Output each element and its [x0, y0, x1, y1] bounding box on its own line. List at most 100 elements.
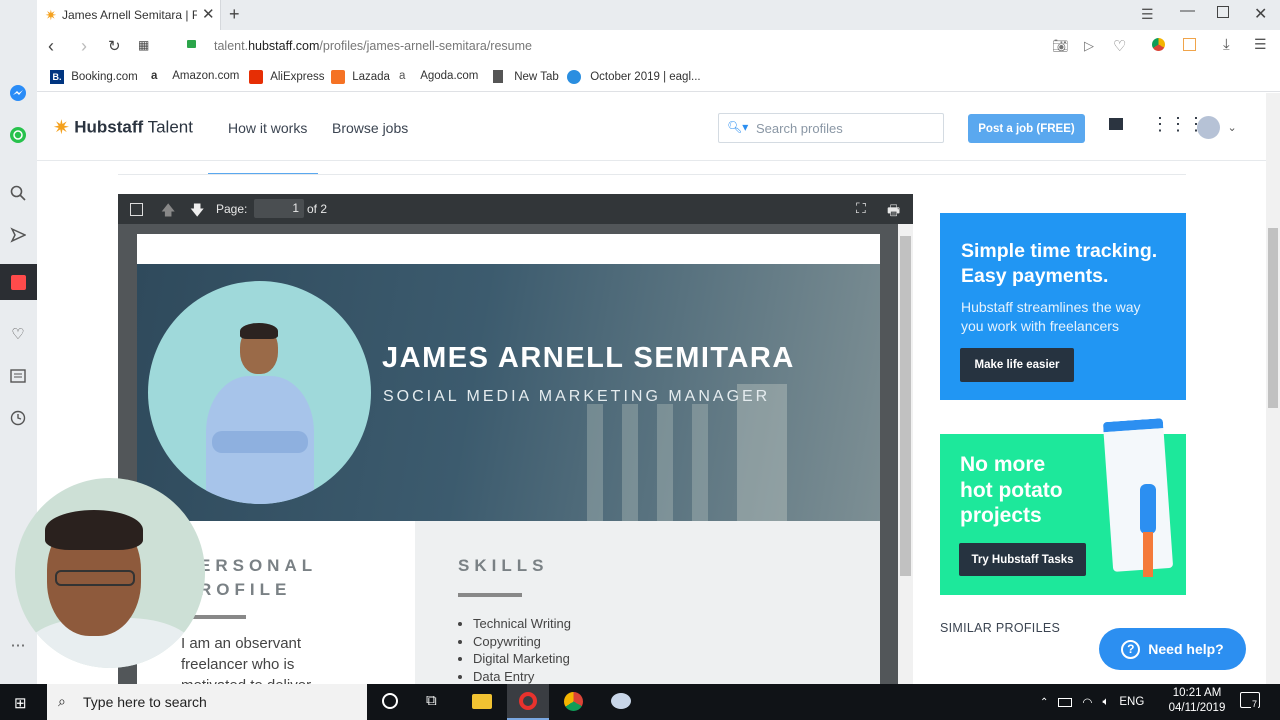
ad1-sub-line: you work with freelancers [961, 318, 1119, 334]
taskbar-clock[interactable]: 10:21 AM 04/11/2019 [1165, 686, 1229, 716]
pdf-scroll-thumb[interactable] [900, 236, 911, 576]
search-profiles-input[interactable]: 🔍︎▾ Search profiles [718, 113, 944, 143]
close-tab-icon[interactable]: ✕ [202, 5, 215, 23]
opera-taskbar-button[interactable] [507, 684, 549, 720]
close-window-icon[interactable]: ✕ [1254, 4, 1267, 24]
minimize-icon[interactable]: — [1180, 2, 1195, 19]
skills-section: SKILLS Technical Writing Copywriting Dig… [415, 521, 880, 684]
personal-heading-line2: ROFILE [199, 580, 292, 599]
make-life-easier-button[interactable]: Make life easier [960, 348, 1074, 382]
profile-photo [148, 281, 371, 504]
bookmark-aliexpress[interactable]: AliExpress [249, 70, 325, 84]
agoda-favicon-icon: a [399, 70, 406, 82]
skill-item: Copywriting [473, 634, 571, 652]
bookmark-label: Agoda.com [420, 70, 479, 82]
building-decor [587, 404, 603, 521]
active-tab[interactable]: ✷ James Arnell Semitara | Fre ✕ [37, 0, 221, 30]
page-icon [493, 70, 503, 83]
bookmark-october[interactable]: October 2019 | eagl... [567, 70, 701, 84]
sidebar-toggle-icon[interactable] [130, 203, 143, 216]
messages-icon[interactable] [1109, 118, 1123, 130]
bookmark-amazon[interactable]: a Amazon.com [151, 70, 239, 82]
easy-setup-icon[interactable]: ☰ [1254, 36, 1267, 53]
url-domain: hubstaff.com [248, 39, 320, 53]
page-scroll-thumb[interactable] [1268, 228, 1278, 408]
bookmark-booking[interactable]: B. Booking.com [50, 70, 138, 84]
task-view-icon[interactable]: ⧉ [426, 692, 437, 709]
url-field[interactable]: talent.hubstaff.com/profiles/james-arnel… [214, 39, 532, 53]
camera-icon[interactable]: 📷︎ [1052, 38, 1069, 54]
page-scrollbar[interactable] [1266, 93, 1280, 684]
nav-how-it-works[interactable]: How it works [228, 120, 307, 136]
paint-app-icon[interactable] [611, 693, 631, 709]
file-explorer-icon[interactable] [472, 694, 492, 709]
previous-page-icon[interactable]: 🡅 [161, 200, 175, 224]
resume-page: JAMES ARNELL SEMITARA SOCIAL MEDIA MARKE… [137, 234, 880, 684]
bookmark-agoda[interactable]: a Agoda.com [399, 70, 478, 82]
building-decor [692, 404, 708, 521]
bookmark-heart-icon[interactable]: ♡ [1113, 37, 1126, 55]
reload-icon[interactable]: ↻ [108, 37, 121, 55]
heart-icon[interactable]: ♡ [8, 324, 28, 344]
battery-icon[interactable] [1058, 697, 1073, 707]
next-page-icon[interactable]: 🡇 [190, 200, 204, 224]
bookmark-label: AliExpress [270, 71, 325, 83]
tasks-illustration [1102, 418, 1174, 572]
history-icon[interactable] [8, 408, 28, 428]
speed-dial-icon[interactable]: ▦ [138, 38, 149, 52]
page-number-input[interactable]: 1 [254, 199, 304, 218]
news-icon[interactable] [8, 366, 28, 386]
tab-menu-icon[interactable]: ☰ [1141, 6, 1154, 23]
chevron-up-icon[interactable]: ⌃ [1040, 697, 1048, 708]
restore-icon[interactable] [1217, 6, 1229, 18]
try-hubstaff-tasks-button[interactable]: Try Hubstaff Tasks [959, 543, 1086, 576]
wifi-icon[interactable]: ◠ [1082, 695, 1092, 709]
notification-center[interactable]: 7 [1240, 692, 1260, 709]
forward-icon[interactable]: › [81, 36, 87, 57]
hubstaff-tasks-ad[interactable]: No more hot potato projects Try Hubstaff… [940, 418, 1186, 595]
tab-title: James Arnell Semitara | Fre [62, 8, 197, 22]
logo-bold: Hubstaff [74, 117, 144, 137]
send-page-icon[interactable]: ▷ [1084, 38, 1094, 54]
snapshot-icon [11, 275, 26, 290]
whatsapp-icon[interactable] [8, 125, 28, 145]
url-host: talent. [214, 39, 249, 53]
pdf-scrollbar[interactable] [898, 224, 913, 684]
post-job-button[interactable]: Post a job (FREE) [968, 114, 1085, 143]
extension-icon[interactable] [1152, 38, 1165, 51]
download-icon[interactable]: ⤓ [1223, 36, 1230, 53]
fullscreen-icon[interactable]: ⛶ [856, 200, 866, 217]
user-avatar-menu[interactable]: ⌄ [1197, 116, 1237, 139]
need-help-button[interactable]: ? Need help? [1099, 628, 1246, 670]
send-icon[interactable] [8, 225, 28, 245]
chrome-icon[interactable] [564, 692, 583, 711]
volume-icon[interactable]: 🔈︎ [1102, 696, 1109, 709]
extension-box-icon[interactable] [1183, 38, 1196, 51]
heading-rule [458, 593, 522, 597]
messenger-icon[interactable] [8, 83, 28, 103]
cortana-icon[interactable] [382, 693, 398, 709]
hubstaff-logo-icon: ✷ [53, 117, 70, 139]
system-tray: ⌃ ◠ 🔈︎ ENG [1040, 684, 1144, 720]
logo-light: Talent [143, 117, 193, 137]
windows-start-icon[interactable]: ⊞ [14, 694, 27, 712]
ad1-sub-line: Hubstaff streamlines the way [961, 299, 1141, 315]
language-indicator[interactable]: ENG [1119, 696, 1144, 708]
time-tracking-ad[interactable]: Simple time tracking. Easy payments. Hub… [940, 213, 1186, 400]
print-icon[interactable]: 🖶︎ [887, 200, 900, 224]
profile-line: freelancer who is [181, 656, 295, 673]
back-icon[interactable]: ‹ [48, 36, 54, 57]
nav-browse-jobs[interactable]: Browse jobs [332, 120, 408, 136]
bookmark-lazada[interactable]: Lazada [331, 70, 390, 84]
snapshot-button[interactable] [0, 264, 37, 300]
ad1-title-line: Simple time tracking. [961, 240, 1158, 262]
building-decor [657, 404, 673, 521]
search-icon[interactable] [8, 183, 28, 203]
tab-bar: ✷ James Arnell Semitara | Fre ✕ + ☰ — ✕ [0, 0, 1280, 30]
taskbar-search-placeholder: Type here to search [83, 694, 207, 710]
taskbar-search-input[interactable]: ⌕ Type here to search [47, 684, 367, 720]
hubstaff-logo[interactable]: ✷ Hubstaff Talent [53, 115, 193, 140]
bookmark-new-tab[interactable]: New Tab [493, 70, 559, 83]
new-tab-icon[interactable]: + [229, 4, 240, 25]
skill-item: Digital Marketing [473, 651, 571, 669]
